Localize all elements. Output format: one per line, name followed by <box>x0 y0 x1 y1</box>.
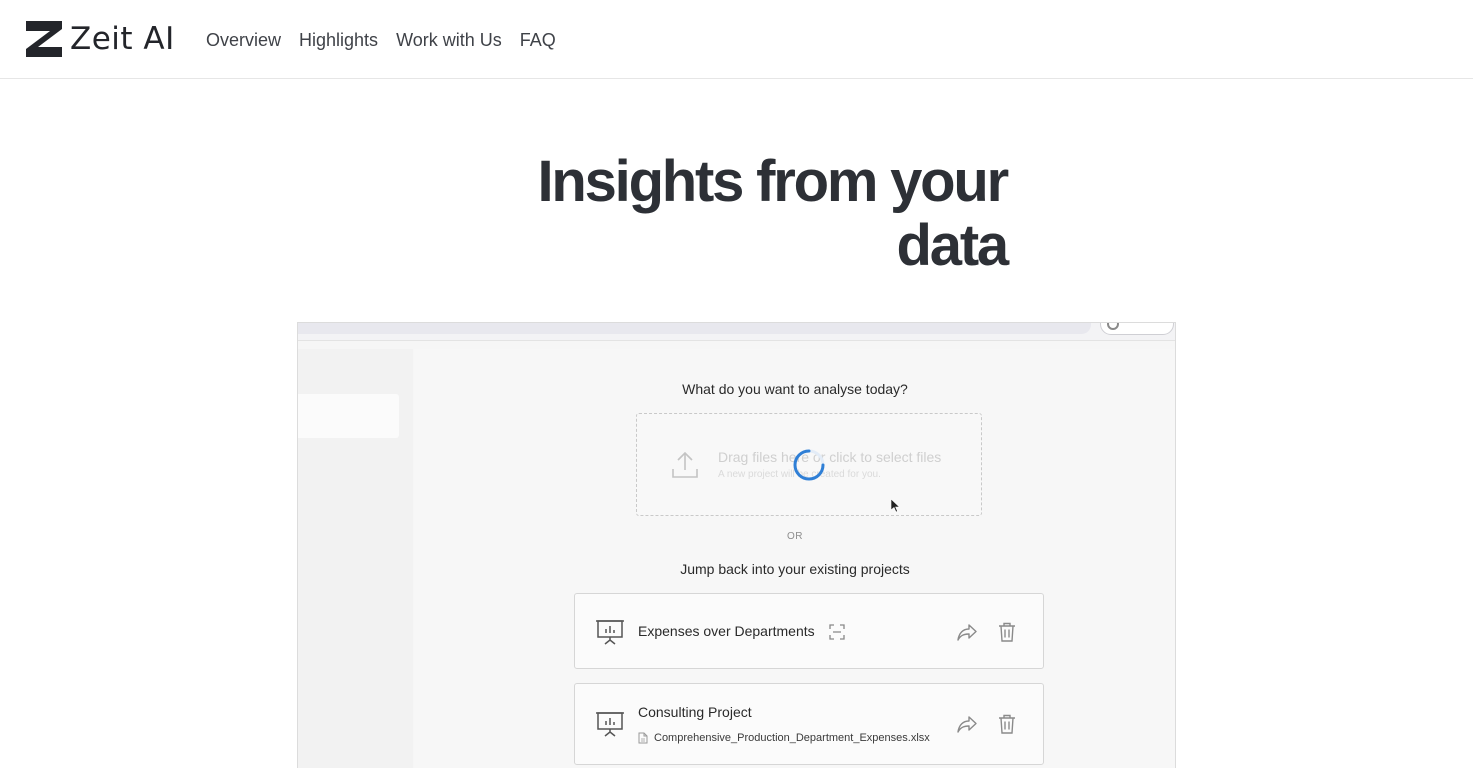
hero-title-line2: data <box>896 213 1010 278</box>
share-icon[interactable] <box>957 715 977 733</box>
project-name: Expenses over Departments <box>638 623 815 639</box>
sidebar-item <box>298 394 399 438</box>
upload-icon <box>672 451 698 478</box>
file-dropzone[interactable]: Drag files here or click to select files… <box>636 413 982 516</box>
logo[interactable]: Zeit AI <box>26 21 175 57</box>
app-screenshot: What do you want to analyse today? Drag … <box>297 322 1176 768</box>
trash-icon[interactable] <box>998 714 1016 734</box>
user-icon <box>1107 323 1119 330</box>
fullscreen-icon[interactable] <box>829 624 845 640</box>
divider <box>298 340 1175 341</box>
site-header: Zeit AI Overview Highlights Work with Us… <box>0 0 1473 79</box>
cursor-icon <box>891 499 901 513</box>
app-main: What do you want to analyse today? Drag … <box>414 349 1175 768</box>
zeit-logo-icon <box>26 21 62 57</box>
analyse-prompt: What do you want to analyse today? <box>682 381 908 397</box>
nav-work-with-us[interactable]: Work with Us <box>396 29 502 51</box>
project-file-name: Comprehensive_Production_Department_Expe… <box>654 732 930 744</box>
hero-title: Insights from your data <box>500 149 1010 278</box>
nav-highlights[interactable]: Highlights <box>299 29 378 51</box>
trash-icon[interactable] <box>998 622 1016 642</box>
main-nav: Overview Highlights Work with Us FAQ <box>206 29 574 51</box>
logo-text: Zeit AI <box>70 21 175 57</box>
file-icon <box>638 732 648 744</box>
project-file: Comprehensive_Production_Department_Expe… <box>638 732 930 744</box>
nav-faq[interactable]: FAQ <box>520 29 556 51</box>
project-name: Consulting Project <box>638 704 752 720</box>
hero-title-line1: Insights from your <box>537 149 1009 214</box>
presentation-chart-icon <box>596 620 624 645</box>
user-button <box>1100 323 1174 335</box>
dropzone-title: Drag files here or click to select files <box>718 449 942 465</box>
or-separator: OR <box>787 531 803 542</box>
spinner-icon <box>793 449 825 481</box>
share-icon[interactable] <box>957 623 977 641</box>
projects-heading: Jump back into your existing projects <box>680 561 910 577</box>
nav-overview[interactable]: Overview <box>206 29 281 51</box>
project-card[interactable]: Consulting Project Comprehensive_Product… <box>574 683 1044 765</box>
browser-bar <box>298 323 1175 340</box>
presentation-chart-icon <box>596 712 624 737</box>
project-card[interactable]: Expenses over Departments <box>574 593 1044 669</box>
address-bar <box>298 323 1091 334</box>
app-sidebar <box>298 349 413 768</box>
